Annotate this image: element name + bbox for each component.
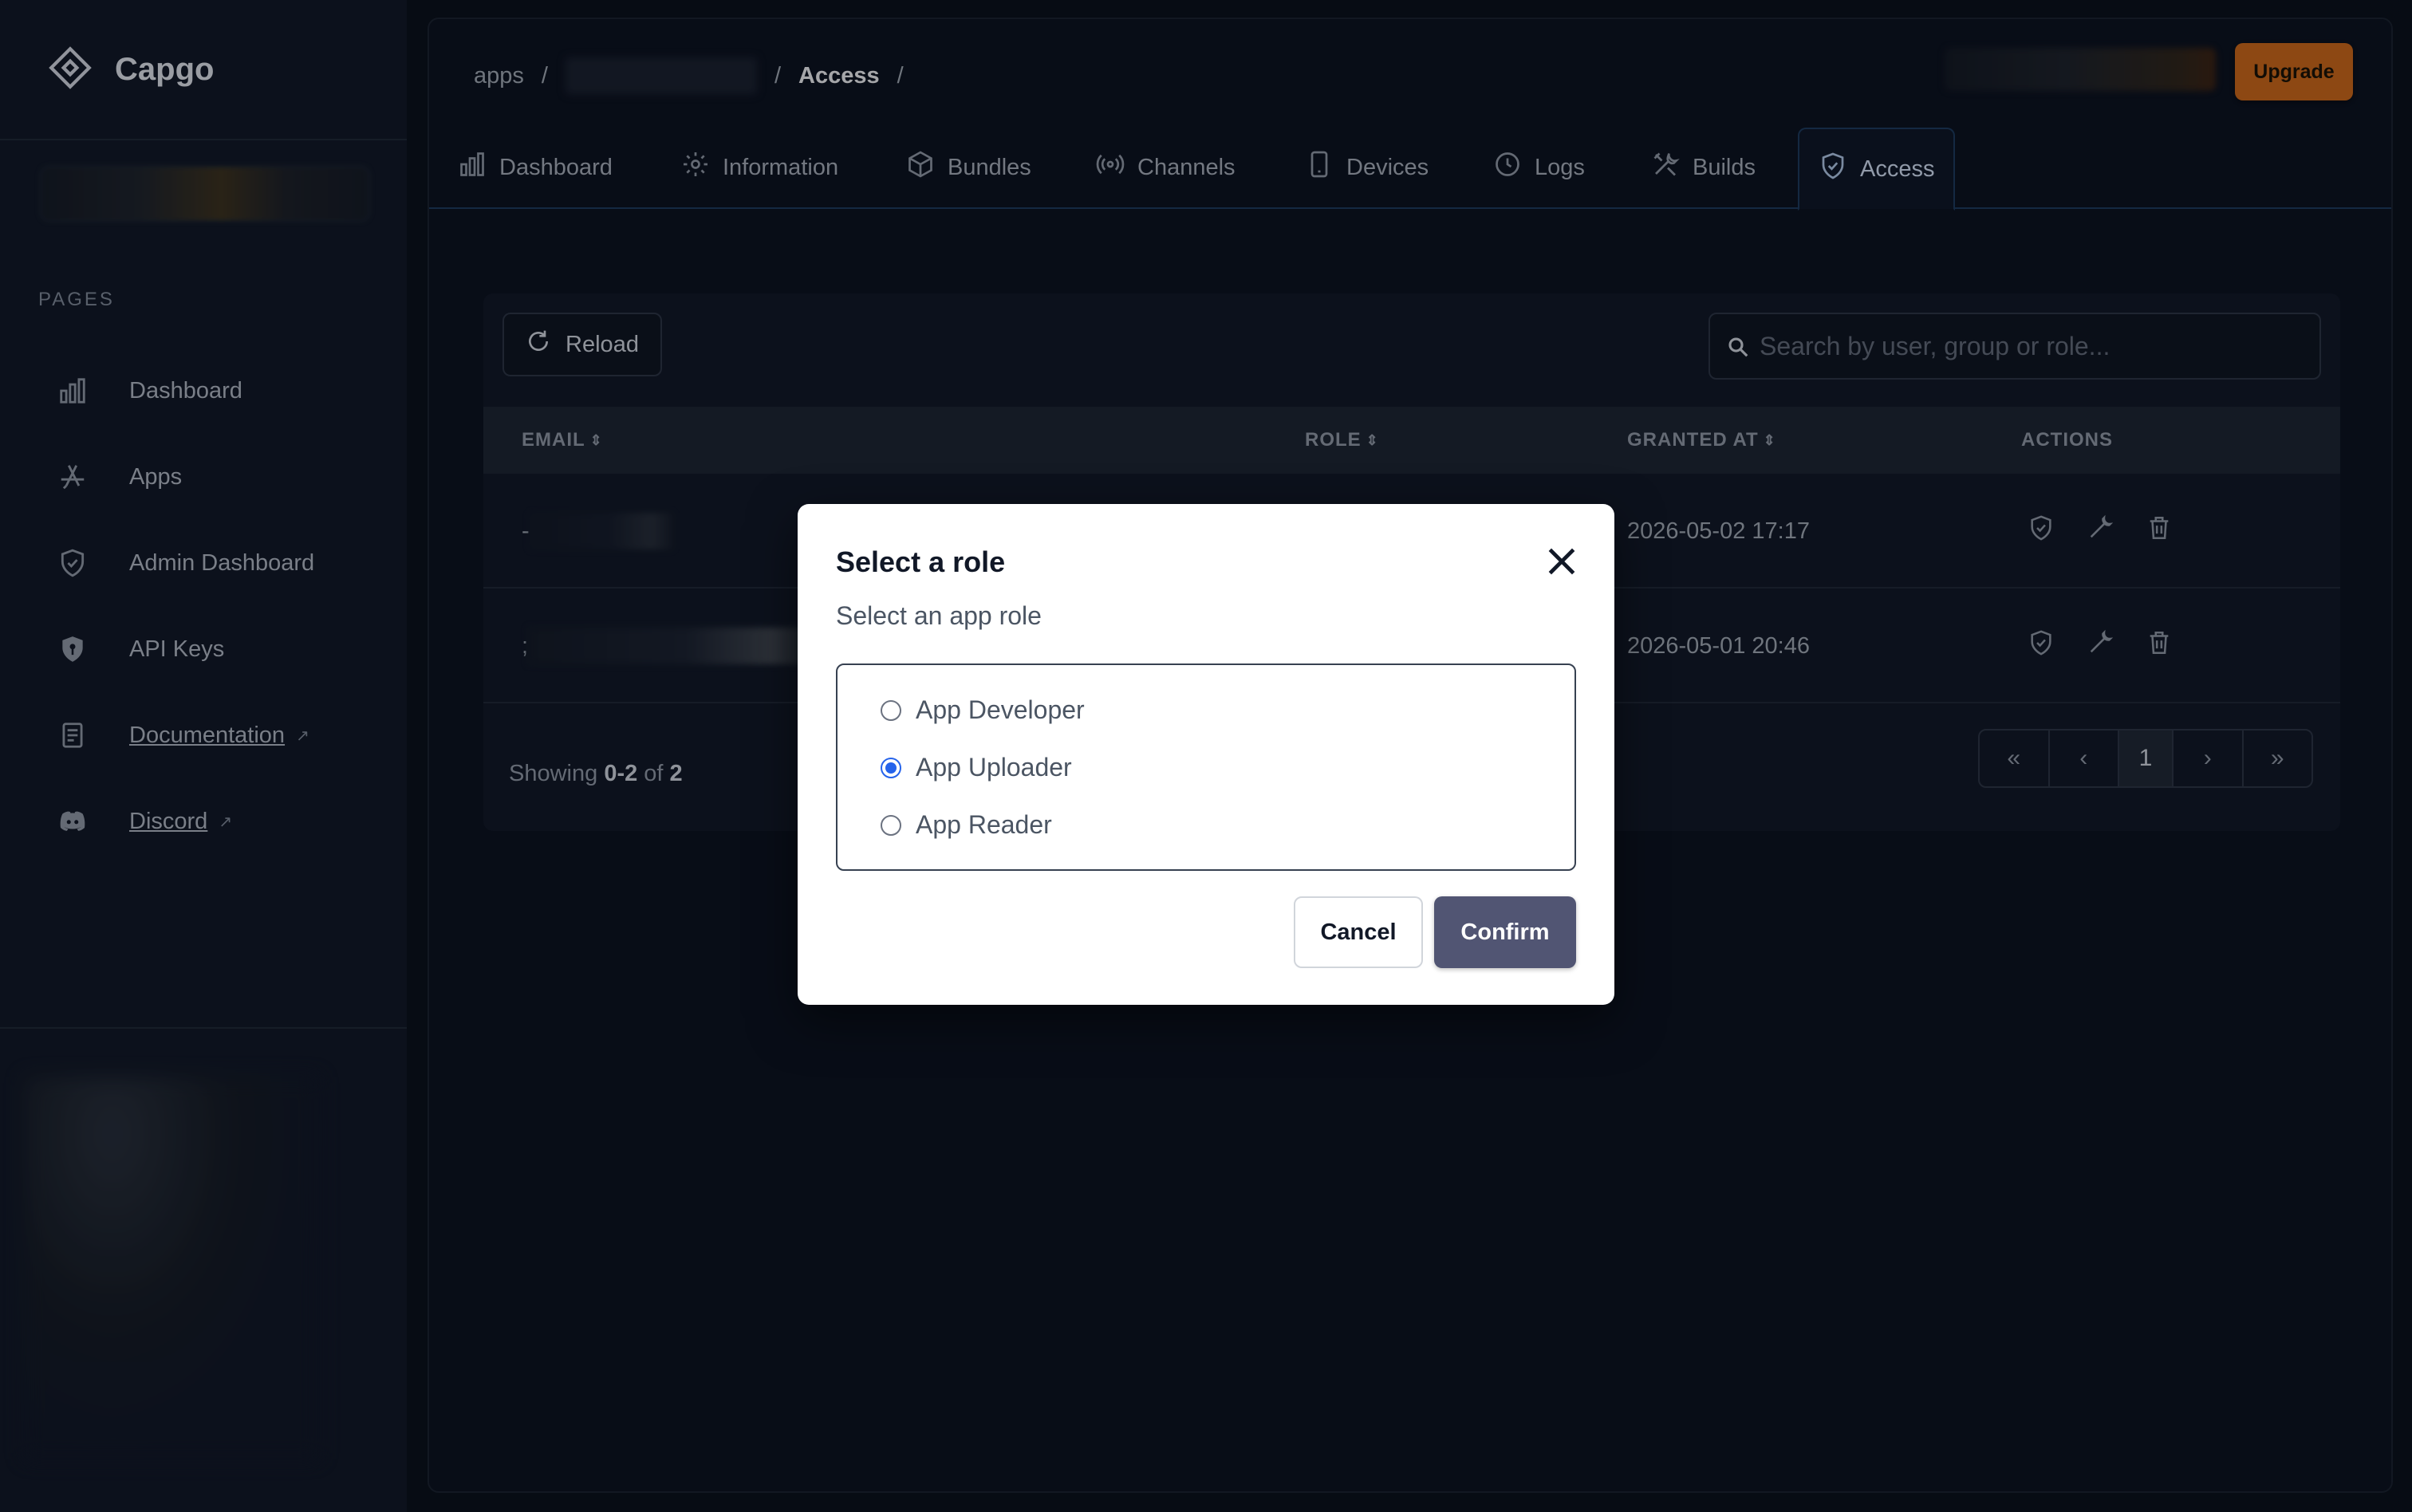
role-option-label: App Reader [916,810,1052,839]
dialog-title: Select a role [836,545,1006,578]
radio-button[interactable] [881,814,901,836]
radio-button[interactable] [881,699,901,721]
cancel-button[interactable]: Cancel [1294,896,1423,968]
role-option-app-developer[interactable]: App Developer [881,695,1085,725]
select-role-dialog: Select a role Select an app role App Dev… [798,504,1614,1005]
close-button[interactable] [1539,539,1584,584]
role-option-app-reader[interactable]: App Reader [881,810,1052,840]
role-option-label: App Developer [916,695,1085,724]
role-option-label: App Uploader [916,753,1072,782]
radio-button-selected[interactable] [881,757,901,778]
close-icon [1548,548,1575,575]
dialog-subtitle: Select an app role [836,601,1042,630]
confirm-button[interactable]: Confirm [1434,896,1576,968]
role-options: App Developer App Uploader App Reader [836,663,1576,871]
role-option-app-uploader[interactable]: App Uploader [881,753,1072,782]
